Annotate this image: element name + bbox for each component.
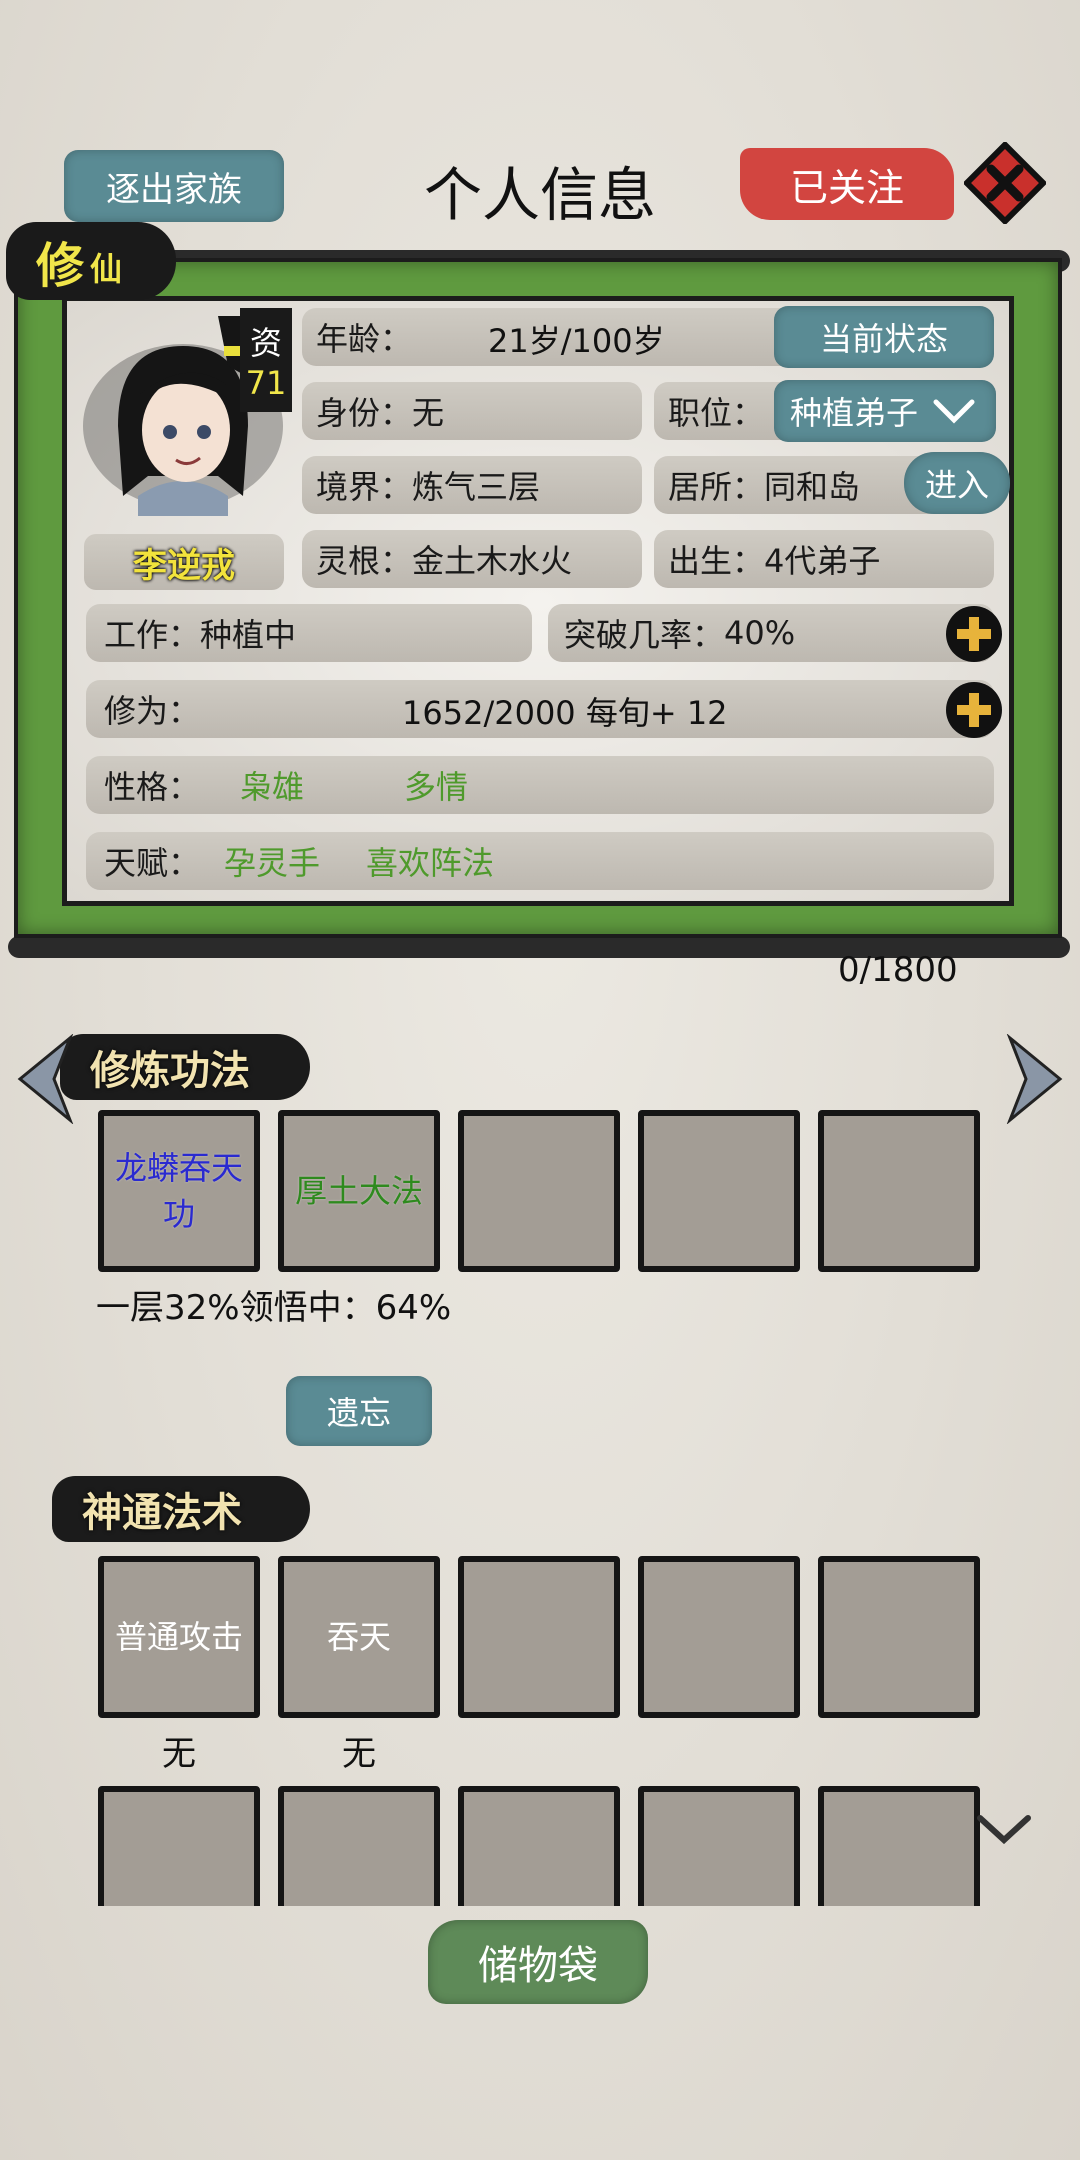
skill-slot[interactable] [278, 1786, 440, 1906]
technique-slot[interactable] [458, 1110, 620, 1272]
identity-label: 身份： [316, 394, 413, 432]
technique-progress: 一层32%领悟中：64% [96, 1288, 452, 1328]
cultivation-plus-button[interactable] [946, 682, 1002, 738]
identity-row: 身份： 无 [302, 382, 642, 440]
birth-label: 出生： [668, 542, 765, 580]
prev-arrow-button[interactable] [14, 1033, 74, 1125]
talent-item: 喜欢阵法 [366, 844, 495, 882]
birth-value: 4代弟子 [764, 542, 881, 580]
skill-slot[interactable]: 吞天 [278, 1556, 440, 1718]
age-value: 21岁/100岁 [488, 322, 665, 360]
skill-slot[interactable] [98, 1786, 260, 1906]
follow-button[interactable]: 已关注 [740, 148, 954, 220]
chevron-down-icon [977, 1815, 1031, 1845]
birth-row: 出生： 4代弟子 [654, 530, 994, 588]
talent-label: 天赋： [104, 844, 201, 882]
realm-value: 炼气三层 [412, 468, 541, 506]
aptitude-label: 资 [249, 324, 282, 362]
skill-slot[interactable]: 普通攻击 [98, 1556, 260, 1718]
arrow-left-icon [17, 1033, 74, 1125]
current-status-button[interactable]: 当前状态 [774, 306, 994, 368]
spirit-root-label: 灵根： [316, 542, 413, 580]
skill-slot[interactable] [638, 1556, 800, 1718]
cultivation-value: 1652/2000 每旬+ 12 [402, 694, 728, 732]
residence-label: 居所： [668, 468, 765, 506]
skill-slot[interactable] [458, 1556, 620, 1718]
technique-name: 龙蟒吞天功 [114, 1149, 243, 1233]
skill-name: 普通攻击 [114, 1618, 243, 1656]
forget-button[interactable]: 遗忘 [286, 1376, 432, 1446]
skill-slot-row-2 [90, 1786, 990, 1906]
expel-button[interactable]: 逐出家族 [64, 150, 284, 222]
tag-sub-text: 仙 [90, 250, 123, 288]
technique-slot[interactable]: 厚土大法 [278, 1110, 440, 1272]
spirit-root-value: 金土木水火 [412, 542, 573, 580]
storage-bag-button[interactable]: 储物袋 [428, 1920, 648, 2004]
work-value: 种植中 [200, 616, 297, 654]
breakthrough-plus-button[interactable] [946, 606, 1002, 662]
enter-residence-button[interactable]: 进入 [904, 452, 1010, 514]
cultivation-tag: 修 仙 [6, 222, 176, 300]
personality-trait: 多情 [404, 768, 469, 806]
personality-label: 性格： [104, 768, 201, 806]
technique-slot[interactable] [638, 1110, 800, 1272]
skill-name: 吞天 [326, 1618, 391, 1656]
chevron-down-icon [933, 399, 975, 424]
expand-button[interactable] [976, 1810, 1032, 1846]
aptitude-badge: 资 71 [240, 308, 292, 412]
close-icon [962, 140, 1048, 226]
capacity-counter: 0/1800 [838, 950, 958, 990]
position-dropdown[interactable]: 种植弟子 [774, 380, 996, 442]
breakthrough-row: 突破几率： 40% [548, 604, 994, 662]
skill-slot[interactable] [638, 1786, 800, 1906]
spirit-root-row: 灵根： 金土木水火 [302, 530, 642, 588]
technique-slot[interactable]: 龙蟒吞天功 [98, 1110, 260, 1272]
next-arrow-button[interactable] [1006, 1033, 1066, 1125]
aptitude-value: 71 [245, 364, 287, 402]
talent-row: 天赋： 孕灵手 喜欢阵法 [86, 832, 994, 890]
personality-row: 性格： 枭雄 多情 [86, 756, 994, 814]
skill-slot[interactable] [818, 1786, 980, 1906]
cultivation-label: 修为： [104, 692, 201, 730]
arrow-right-icon [1006, 1033, 1063, 1125]
character-name-plate: 李逆戎 [84, 534, 284, 590]
age-label: 年龄： [316, 320, 413, 358]
position-value: 种植弟子 [790, 394, 919, 432]
realm-label: 境界： [316, 468, 413, 506]
techniques-section-title: 修炼功法 [60, 1034, 310, 1100]
page-title: 个人信息 [423, 161, 656, 229]
identity-value: 无 [412, 394, 445, 432]
breakthrough-value: 40% [724, 614, 796, 652]
personality-trait: 枭雄 [240, 768, 305, 806]
skill-slot[interactable] [818, 1556, 980, 1718]
technique-slot[interactable] [818, 1110, 980, 1272]
tag-main-text: 修 [36, 238, 85, 294]
realm-row: 境界： 炼气三层 [302, 456, 642, 514]
work-label: 工作： [104, 616, 201, 654]
talent-item: 孕灵手 [224, 844, 321, 882]
technique-name: 厚土大法 [294, 1172, 423, 1210]
residence-value: 同和岛 [764, 468, 861, 506]
work-row: 工作： 种植中 [86, 604, 532, 662]
close-button[interactable] [962, 140, 1048, 226]
skill-slot[interactable] [458, 1786, 620, 1906]
position-label: 职位： [668, 394, 765, 432]
character-name: 李逆戎 [133, 545, 235, 586]
breakthrough-label: 突破几率： [564, 616, 725, 654]
skill-sub-label: 无 [342, 1734, 376, 1774]
skill-sub-label: 无 [162, 1734, 196, 1774]
skills-section-title: 神通法术 [52, 1476, 310, 1542]
